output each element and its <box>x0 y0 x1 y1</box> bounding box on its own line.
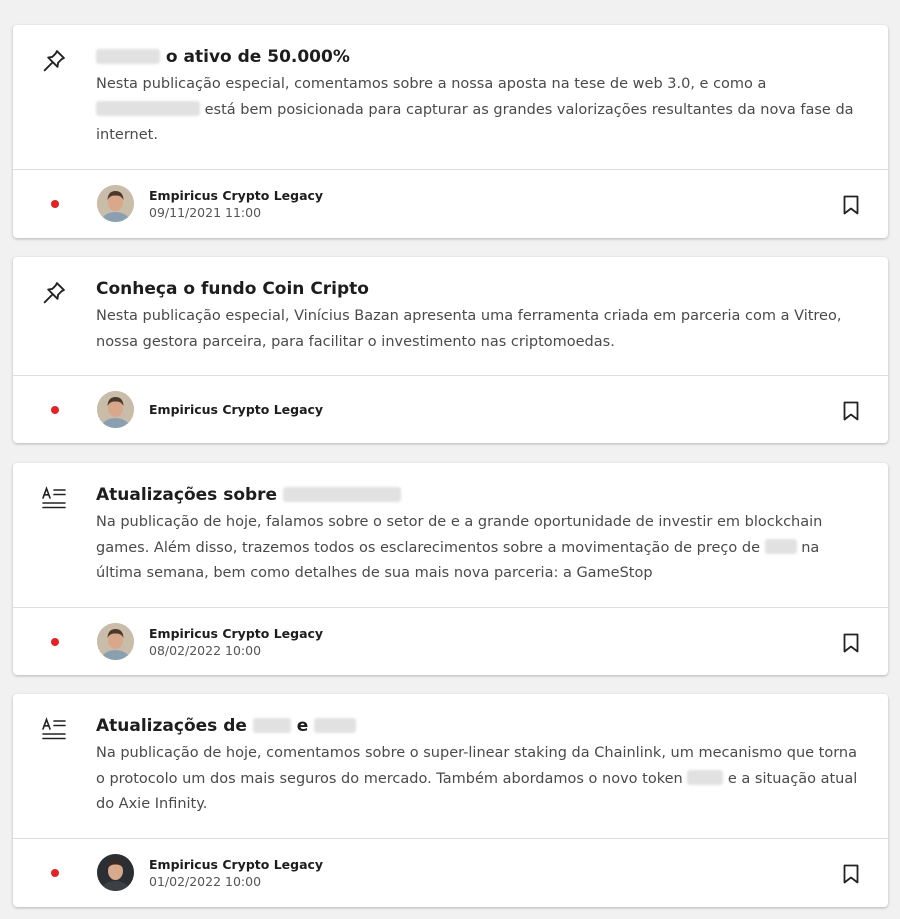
unread-indicator <box>51 638 59 646</box>
post-footer: Empiricus Crypto Legacy 01/02/2022 10:00 <box>13 839 888 906</box>
unread-indicator <box>51 200 59 208</box>
unread-indicator <box>51 406 59 414</box>
post-description: Na publicação de hoje, falamos sobre o s… <box>96 510 868 587</box>
author-name: Empiricus Crypto Legacy <box>149 857 324 872</box>
author-info: Empiricus Crypto Legacy 01/02/2022 10:00 <box>149 856 323 890</box>
post-description: Nesta publicação especial, Vinícius Baza… <box>96 308 842 350</box>
post-title-text: Atualizações de <box>96 716 247 736</box>
author-name: Empiricus Crypto Legacy <box>149 188 324 203</box>
post-footer: Empiricus Crypto Legacy 09/11/2021 11:00 <box>13 170 888 237</box>
post-description-text: está bem posicionada para capturar as gr… <box>96 101 854 144</box>
text-article-icon <box>42 486 66 509</box>
redacted-text <box>314 718 357 733</box>
post-description-text: Na publicação de hoje, falamos sobre o s… <box>96 514 823 556</box>
post-date: 08/02/2022 10:00 <box>149 643 262 658</box>
unread-indicator <box>51 869 59 877</box>
redacted-text <box>252 718 291 733</box>
redacted-text <box>283 487 402 502</box>
avatar <box>97 185 134 222</box>
post-title: Atualizações sobre <box>96 483 868 507</box>
author-info: Empiricus Crypto Legacy 08/02/2022 10:00 <box>149 625 323 659</box>
bookmark-icon[interactable] <box>841 400 861 422</box>
redacted-text <box>764 538 797 554</box>
redacted-text <box>687 769 724 785</box>
post-feed: o ativo de 50.000% Nesta publicação espe… <box>0 0 900 919</box>
post-title: o ativo de 50.000% <box>96 45 868 69</box>
avatar <box>97 391 134 428</box>
post-description: Nesta publicação especial, comentamos so… <box>96 72 868 149</box>
post-card[interactable]: o ativo de 50.000% Nesta publicação espe… <box>13 25 888 238</box>
post-header[interactable]: Atualizações de e Na publicação de hoje,… <box>13 694 888 839</box>
post-card[interactable]: Conheça o fundo Coin Cripto Nesta public… <box>13 257 888 443</box>
bookmark-icon[interactable] <box>841 194 861 216</box>
post-title: Atualizações de e <box>96 714 868 738</box>
post-footer: Empiricus Crypto Legacy 08/02/2022 10:00 <box>13 608 888 675</box>
post-card[interactable]: Atualizações de e Na publicação de hoje,… <box>13 694 888 907</box>
post-date: 01/02/2022 10:00 <box>149 874 262 889</box>
post-header[interactable]: Conheça o fundo Coin Cripto Nesta public… <box>13 257 888 376</box>
post-header[interactable]: o ativo de 50.000% Nesta publicação espe… <box>13 25 888 170</box>
post-description: Na publicação de hoje, comentamos sobre … <box>96 741 868 818</box>
post-title-text: o ativo de 50.000% <box>165 47 350 67</box>
text-article-icon <box>42 717 66 740</box>
pin-icon <box>43 282 65 304</box>
redacted-text <box>96 49 160 64</box>
bookmark-icon[interactable] <box>841 863 861 885</box>
bookmark-icon[interactable] <box>841 632 861 654</box>
post-title-text: e <box>296 716 309 736</box>
post-header[interactable]: Atualizações sobre Na publicação de hoje… <box>13 463 888 608</box>
author-name: Empiricus Crypto Legacy <box>149 626 324 641</box>
author-info: Empiricus Crypto Legacy 09/11/2021 11:00 <box>149 187 323 221</box>
post-title-text: Atualizações sobre <box>96 485 278 505</box>
author-name: Empiricus Crypto Legacy <box>149 402 324 417</box>
author-info: Empiricus Crypto Legacy <box>149 401 323 418</box>
avatar <box>97 854 134 891</box>
post-card[interactable]: Atualizações sobre Na publicação de hoje… <box>13 463 888 675</box>
pin-icon <box>43 50 65 72</box>
post-footer: Empiricus Crypto Legacy <box>13 376 888 443</box>
redacted-text <box>96 100 200 116</box>
post-date: 09/11/2021 11:00 <box>149 205 262 220</box>
post-title: Conheça o fundo Coin Cripto <box>96 279 369 299</box>
post-description-text: Nesta publicação especial, comentamos so… <box>96 76 767 92</box>
avatar <box>97 623 134 660</box>
